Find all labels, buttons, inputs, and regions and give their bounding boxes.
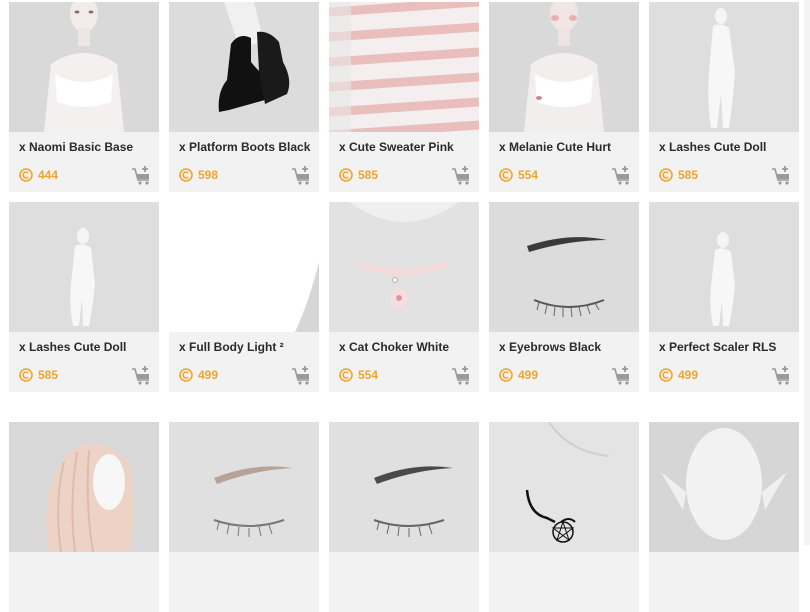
add-to-cart-icon xyxy=(772,366,789,385)
product-title[interactable]: x Cute Sweater Pink xyxy=(339,140,475,154)
product-thumbnail[interactable] xyxy=(169,202,319,332)
product-price: 554 xyxy=(518,168,539,182)
product-price: 499 xyxy=(678,368,699,382)
product-thumbnail[interactable] xyxy=(169,2,319,132)
product-card[interactable] xyxy=(649,422,799,612)
product-thumbnail[interactable] xyxy=(169,422,319,552)
price-row: 585 xyxy=(19,366,58,384)
product-price: 598 xyxy=(198,168,219,182)
add-to-cart-icon xyxy=(292,166,309,185)
add-to-cart-button[interactable] xyxy=(131,164,153,186)
product-price: 499 xyxy=(198,368,219,382)
scrollbar[interactable] xyxy=(804,0,810,545)
add-to-cart-icon xyxy=(612,166,629,185)
product-thumbnail[interactable] xyxy=(649,422,799,552)
product-thumbnail[interactable] xyxy=(329,2,479,132)
product-thumbnail[interactable] xyxy=(329,202,479,332)
add-to-cart-icon xyxy=(452,166,469,185)
product-price: 585 xyxy=(358,168,379,182)
add-to-cart-icon xyxy=(292,366,309,385)
product-title[interactable]: x Lashes Cute Doll xyxy=(659,140,795,154)
product-card[interactable] xyxy=(169,422,319,612)
product-card[interactable]: x Lashes Cute Doll 585 xyxy=(649,2,799,192)
product-thumbnail[interactable] xyxy=(649,202,799,332)
product-card[interactable]: x Eyebrows Black 499 xyxy=(489,202,639,392)
add-to-cart-button[interactable] xyxy=(451,164,473,186)
product-price: 585 xyxy=(678,168,699,182)
add-to-cart-icon xyxy=(452,366,469,385)
product-card[interactable]: x Platform Boots Black 598 xyxy=(169,2,319,192)
price-row: 554 xyxy=(499,166,538,184)
product-title[interactable]: x Platform Boots Black xyxy=(179,140,315,154)
add-to-cart-button[interactable] xyxy=(131,364,153,386)
product-thumbnail[interactable] xyxy=(649,2,799,132)
add-to-cart-button[interactable] xyxy=(771,364,793,386)
credits-coin-icon xyxy=(19,368,33,382)
add-to-cart-icon xyxy=(772,166,789,185)
product-price: 585 xyxy=(38,368,59,382)
product-thumbnail[interactable] xyxy=(329,422,479,552)
add-to-cart-button[interactable] xyxy=(291,364,313,386)
product-title[interactable]: x Melanie Cute Hurt xyxy=(499,140,635,154)
product-card[interactable]: x Full Body Light ² 499 xyxy=(169,202,319,392)
product-card[interactable]: x Melanie Cute Hurt 554 xyxy=(489,2,639,192)
credits-coin-icon xyxy=(339,168,353,182)
product-title[interactable]: x Lashes Cute Doll xyxy=(19,340,155,354)
add-to-cart-button[interactable] xyxy=(611,164,633,186)
product-price: 499 xyxy=(518,368,539,382)
product-title[interactable]: x Eyebrows Black xyxy=(499,340,635,354)
product-price: 444 xyxy=(38,168,59,182)
product-thumbnail[interactable] xyxy=(9,422,159,552)
product-title[interactable]: x Cat Choker White xyxy=(339,340,475,354)
product-card[interactable] xyxy=(329,422,479,612)
add-to-cart-button[interactable] xyxy=(291,164,313,186)
product-thumbnail[interactable] xyxy=(489,2,639,132)
credits-coin-icon xyxy=(339,368,353,382)
credits-coin-icon xyxy=(179,368,193,382)
product-card[interactable]: x Perfect Scaler RLS 499 xyxy=(649,202,799,392)
add-to-cart-button[interactable] xyxy=(771,164,793,186)
credits-coin-icon xyxy=(659,368,673,382)
credits-coin-icon xyxy=(499,168,513,182)
credits-coin-icon xyxy=(19,168,33,182)
price-row: 499 xyxy=(179,366,218,384)
product-title[interactable]: x Full Body Light ² xyxy=(179,340,315,354)
credits-coin-icon xyxy=(179,168,193,182)
product-card[interactable]: x Naomi Basic Base 444 xyxy=(9,2,159,192)
credits-coin-icon xyxy=(499,368,513,382)
credits-coin-icon xyxy=(659,168,673,182)
price-row: 444 xyxy=(19,166,58,184)
product-thumbnail[interactable] xyxy=(489,422,639,552)
product-card[interactable]: x Lashes Cute Doll 585 xyxy=(9,202,159,392)
product-title[interactable]: x Naomi Basic Base xyxy=(19,140,155,154)
add-to-cart-button[interactable] xyxy=(451,364,473,386)
product-card[interactable] xyxy=(9,422,159,612)
product-thumbnail[interactable] xyxy=(9,202,159,332)
product-card[interactable] xyxy=(489,422,639,612)
product-card[interactable]: x Cute Sweater Pink 585 xyxy=(329,2,479,192)
price-row: 554 xyxy=(339,366,378,384)
product-title[interactable]: x Perfect Scaler RLS xyxy=(659,340,795,354)
price-row: 499 xyxy=(659,366,698,384)
product-thumbnail[interactable] xyxy=(9,2,159,132)
add-to-cart-icon xyxy=(612,366,629,385)
product-card[interactable]: x Cat Choker White 554 xyxy=(329,202,479,392)
add-to-cart-icon xyxy=(132,166,149,185)
add-to-cart-button[interactable] xyxy=(611,364,633,386)
product-thumbnail[interactable] xyxy=(489,202,639,332)
add-to-cart-icon xyxy=(132,366,149,385)
price-row: 499 xyxy=(499,366,538,384)
product-price: 554 xyxy=(358,368,379,382)
price-row: 585 xyxy=(339,166,378,184)
product-grid: x Naomi Basic Base 444 x Platform Boots … xyxy=(0,0,810,612)
price-row: 585 xyxy=(659,166,698,184)
price-row: 598 xyxy=(179,166,218,184)
